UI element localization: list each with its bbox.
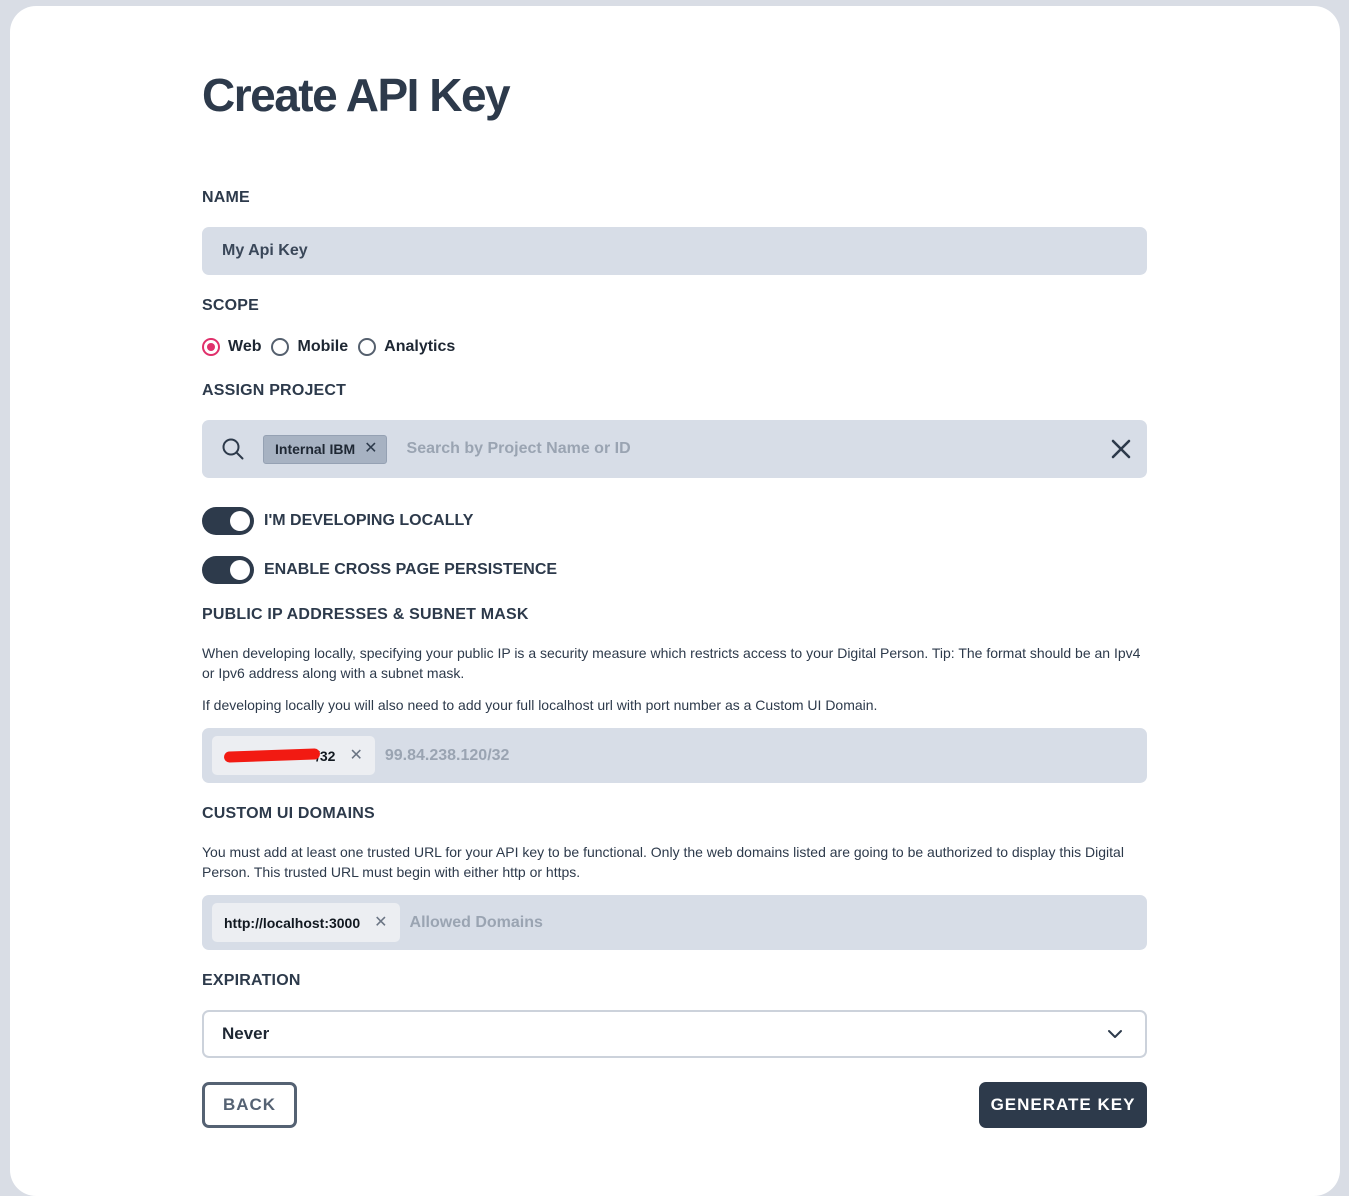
chip-remove-icon[interactable]: ✕	[364, 441, 377, 457]
public-ip-label: PUBLIC IP ADDRESSES & SUBNET MASK	[202, 606, 529, 623]
public-ip-localhost-help-text: If developing locally you will also need…	[202, 697, 878, 713]
radio-unselected-icon	[271, 338, 290, 356]
project-search-box[interactable]: Internal IBM ✕ Search by Project Name or…	[202, 420, 1147, 478]
custom-domains-tag-input[interactable]: http://localhost:3000 ✕ Allowed Domains	[202, 895, 1147, 950]
cross-page-persistence-row: ENABLE CROSS PAGE PERSISTENCE	[202, 556, 557, 584]
chevron-down-icon	[1108, 1030, 1122, 1038]
search-icon	[222, 438, 244, 460]
public-ip-help-text: When developing locally, specifying your…	[202, 645, 1141, 681]
chip-remove-icon[interactable]: ✕	[349, 747, 362, 764]
expiration-select[interactable]: Never	[202, 1010, 1147, 1058]
project-search-input[interactable]: Search by Project Name or ID	[407, 440, 1110, 458]
scope-radio-mobile-label: Mobile	[297, 338, 349, 355]
form-card: Create API Key NAME My Api Key SCOPE Web…	[10, 6, 1340, 1196]
domain-chip: http://localhost:3000 ✕	[212, 903, 400, 942]
ip-chip: /32 ✕	[212, 736, 375, 775]
project-chip-label: Internal IBM	[275, 441, 356, 457]
clear-search-icon[interactable]	[1110, 438, 1132, 460]
public-ip-tag-input[interactable]: /32 ✕ 99.84.238.120/32	[202, 728, 1147, 783]
page-title: Create API Key	[202, 69, 511, 121]
scope-label: SCOPE	[202, 297, 260, 314]
developing-locally-toggle[interactable]	[202, 507, 254, 535]
scope-radio-group: Web Mobile Analytics	[202, 336, 465, 358]
name-label: NAME	[202, 189, 250, 206]
scope-radio-web-label: Web	[228, 338, 262, 355]
developing-locally-row: I'M DEVELOPING LOCALLY	[202, 507, 473, 535]
project-chip: Internal IBM ✕	[263, 434, 387, 464]
name-input-value: My Api Key	[222, 242, 308, 259]
name-input[interactable]: My Api Key	[202, 227, 1147, 275]
expiration-select-value: Never	[222, 1024, 270, 1043]
cross-page-persistence-toggle[interactable]	[202, 556, 254, 584]
cross-page-persistence-label: ENABLE CROSS PAGE PERSISTENCE	[264, 561, 558, 578]
domain-chip-label: http://localhost:3000	[224, 914, 361, 931]
radio-unselected-icon	[358, 338, 377, 356]
expiration-label: EXPIRATION	[202, 972, 301, 989]
scope-radio-analytics-label: Analytics	[384, 338, 456, 355]
chip-remove-icon[interactable]: ✕	[374, 914, 387, 931]
redaction-mark	[223, 748, 321, 763]
scope-radio-mobile[interactable]: Mobile	[271, 338, 348, 356]
custom-ui-domains-help-text: You must add at least one trusted URL fo…	[202, 844, 1124, 880]
public-ip-input[interactable]: 99.84.238.120/32	[385, 747, 510, 765]
generate-key-button[interactable]: GENERATE KEY	[979, 1082, 1147, 1128]
radio-selected-icon	[202, 338, 220, 356]
custom-ui-domains-label: CUSTOM UI DOMAINS	[202, 805, 375, 822]
developing-locally-label: I'M DEVELOPING LOCALLY	[264, 512, 474, 529]
allowed-domains-input[interactable]: Allowed Domains	[410, 914, 543, 932]
scope-radio-analytics[interactable]: Analytics	[358, 338, 455, 356]
assign-project-label: ASSIGN PROJECT	[202, 382, 347, 399]
back-button[interactable]: BACK	[202, 1082, 297, 1128]
scope-radio-web[interactable]: Web	[202, 338, 261, 356]
